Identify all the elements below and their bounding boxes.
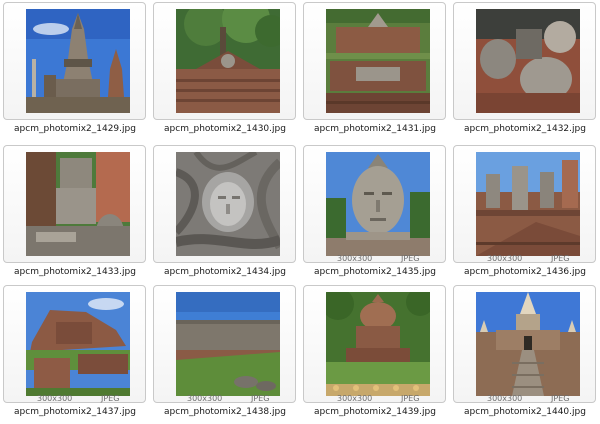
image-format: JPEG — [101, 394, 120, 403]
image-dimensions: 300x300 — [187, 394, 223, 403]
thumbnail-item[interactable]: 300x300 JPEG apcm_photomix2_1439.jpg — [300, 283, 450, 424]
thumbnail-item[interactable]: apcm_photomix2_1430.jpg — [150, 0, 300, 141]
thumbnail-image[interactable] — [26, 9, 130, 113]
thumbnail-item[interactable]: 300x300 JPEG apcm_photomix2_1437.jpg — [0, 283, 150, 424]
file-name-label[interactable]: apcm_photomix2_1436.jpg — [450, 267, 600, 277]
file-name-label[interactable]: apcm_photomix2_1429.jpg — [0, 124, 150, 134]
thumbnail-meta — [157, 111, 300, 123]
thumbnail-frame: 300x300 JPEG — [303, 285, 446, 403]
thumbnail-frame — [303, 2, 446, 120]
thumbnail-meta: 300x300 JPEG — [307, 394, 450, 406]
file-name-label[interactable]: apcm_photomix2_1440.jpg — [450, 407, 600, 417]
file-name-label[interactable]: apcm_photomix2_1434.jpg — [150, 267, 300, 277]
thumbnail-meta: 300x300 JPEG — [307, 254, 450, 266]
thumbnail-item[interactable]: 300x300 JPEG apcm_photomix2_1440.jpg — [450, 283, 600, 424]
thumbnail-item[interactable]: 300x300 JPEG apcm_photomix2_1436.jpg — [450, 143, 600, 284]
image-dimensions: 300x300 — [487, 394, 523, 403]
thumbnail-image[interactable] — [326, 152, 430, 256]
thumbnail-item[interactable]: apcm_photomix2_1433.jpg — [0, 143, 150, 284]
thumbnail-item[interactable]: 300x300 JPEG apcm_photomix2_1438.jpg — [150, 283, 300, 424]
thumbnail-frame — [153, 2, 296, 120]
thumbnail-frame: 300x300 JPEG — [153, 285, 296, 403]
thumbnail-frame: 300x300 JPEG — [3, 285, 146, 403]
thumbnail-meta — [307, 111, 450, 123]
thumbnail-image[interactable] — [176, 9, 280, 113]
thumbnail-frame: 300x300 JPEG — [303, 145, 446, 263]
thumbnail-meta — [157, 254, 300, 266]
thumbnail-item[interactable]: apcm_photomix2_1432.jpg — [450, 0, 600, 141]
file-name-label[interactable]: apcm_photomix2_1433.jpg — [0, 267, 150, 277]
thumbnail-frame: 300x300 JPEG — [453, 285, 596, 403]
image-dimensions: 300x300 — [37, 394, 73, 403]
thumbnail-image[interactable] — [476, 9, 580, 113]
file-name-label[interactable]: apcm_photomix2_1435.jpg — [300, 267, 450, 277]
file-name-label[interactable]: apcm_photomix2_1437.jpg — [0, 407, 150, 417]
file-name-label[interactable]: apcm_photomix2_1438.jpg — [150, 407, 300, 417]
image-dimensions: 300x300 — [487, 254, 523, 263]
image-dimensions: 300x300 — [337, 254, 373, 263]
thumbnail-frame — [3, 2, 146, 120]
thumbnail-meta — [7, 254, 150, 266]
file-name-label[interactable]: apcm_photomix2_1430.jpg — [150, 124, 300, 134]
thumbnail-image[interactable] — [176, 292, 280, 396]
thumbnail-image[interactable] — [176, 152, 280, 256]
thumbnail-item[interactable]: apcm_photomix2_1429.jpg — [0, 0, 150, 141]
image-format: JPEG — [401, 394, 420, 403]
thumbnail-grid: apcm_photomix2_1429.jpg apcm_photomix2_1… — [0, 0, 600, 424]
thumbnail-meta — [7, 111, 150, 123]
file-name-label[interactable]: apcm_photomix2_1432.jpg — [450, 124, 600, 134]
thumbnail-meta: 300x300 JPEG — [457, 394, 600, 406]
thumbnail-frame: 300x300 JPEG — [453, 145, 596, 263]
thumbnail-item[interactable]: apcm_photomix2_1434.jpg — [150, 143, 300, 284]
thumbnail-item[interactable]: apcm_photomix2_1431.jpg — [300, 0, 450, 141]
thumbnail-meta — [457, 111, 600, 123]
thumbnail-frame — [3, 145, 146, 263]
thumbnail-meta: 300x300 JPEG — [157, 394, 300, 406]
thumbnail-image[interactable] — [326, 9, 430, 113]
thumbnail-image[interactable] — [26, 292, 130, 396]
image-format: JPEG — [251, 394, 270, 403]
thumbnail-item[interactable]: 300x300 JPEG apcm_photomix2_1435.jpg — [300, 143, 450, 284]
thumbnail-frame — [453, 2, 596, 120]
image-format: JPEG — [551, 254, 570, 263]
thumbnail-meta: 300x300 JPEG — [457, 254, 600, 266]
thumbnail-image[interactable] — [326, 292, 430, 396]
image-format: JPEG — [551, 394, 570, 403]
image-format: JPEG — [401, 254, 420, 263]
thumbnail-image[interactable] — [26, 152, 130, 256]
thumbnail-image[interactable] — [476, 292, 580, 396]
thumbnail-meta: 300x300 JPEG — [7, 394, 150, 406]
image-dimensions: 300x300 — [337, 394, 373, 403]
file-name-label[interactable]: apcm_photomix2_1439.jpg — [300, 407, 450, 417]
thumbnail-image[interactable] — [476, 152, 580, 256]
thumbnail-frame — [153, 145, 296, 263]
file-name-label[interactable]: apcm_photomix2_1431.jpg — [300, 124, 450, 134]
